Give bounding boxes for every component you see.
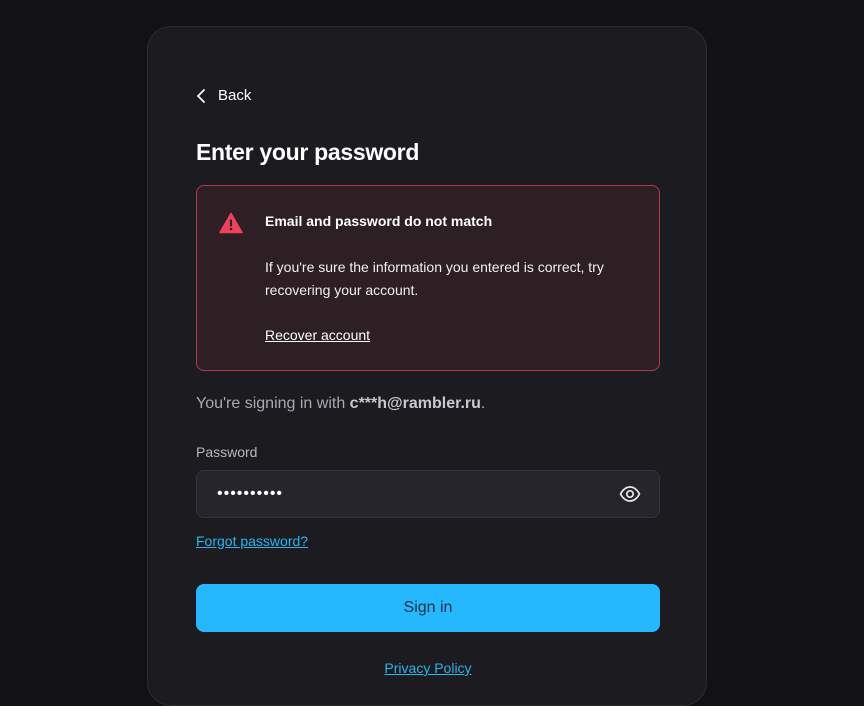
signing-email: c***h@rambler.ru xyxy=(349,395,481,412)
alert-body: If you're sure the information you enter… xyxy=(265,259,604,298)
recover-account-link[interactable]: Recover account xyxy=(265,327,370,343)
page-title: Enter your password xyxy=(196,139,420,165)
sign-in-button[interactable]: Sign in xyxy=(196,584,660,632)
back-button[interactable]: Back xyxy=(196,87,251,104)
signing-in-text: You're signing in with c***h@rambler.ru. xyxy=(196,395,485,413)
error-alert: Email and password do not match If you'r… xyxy=(196,185,660,371)
forgot-password-link[interactable]: Forgot password? xyxy=(196,533,308,549)
warning-triangle-icon xyxy=(219,212,243,239)
back-label: Back xyxy=(218,87,252,104)
signing-suffix: . xyxy=(480,395,486,412)
privacy-policy-link[interactable]: Privacy Policy xyxy=(384,660,471,676)
eye-icon[interactable] xyxy=(619,484,641,509)
password-label: Password xyxy=(196,444,258,460)
signin-card: Back Enter your password Email and passw… xyxy=(147,26,707,706)
chevron-left-icon xyxy=(196,88,206,104)
alert-title: Email and password do not match xyxy=(265,213,493,229)
password-field[interactable]: •••••••••• xyxy=(196,470,660,518)
password-input[interactable]: •••••••••• xyxy=(217,471,283,517)
privacy-footer: Privacy Policy xyxy=(148,660,708,676)
signing-prefix: You're signing in with xyxy=(196,395,350,412)
